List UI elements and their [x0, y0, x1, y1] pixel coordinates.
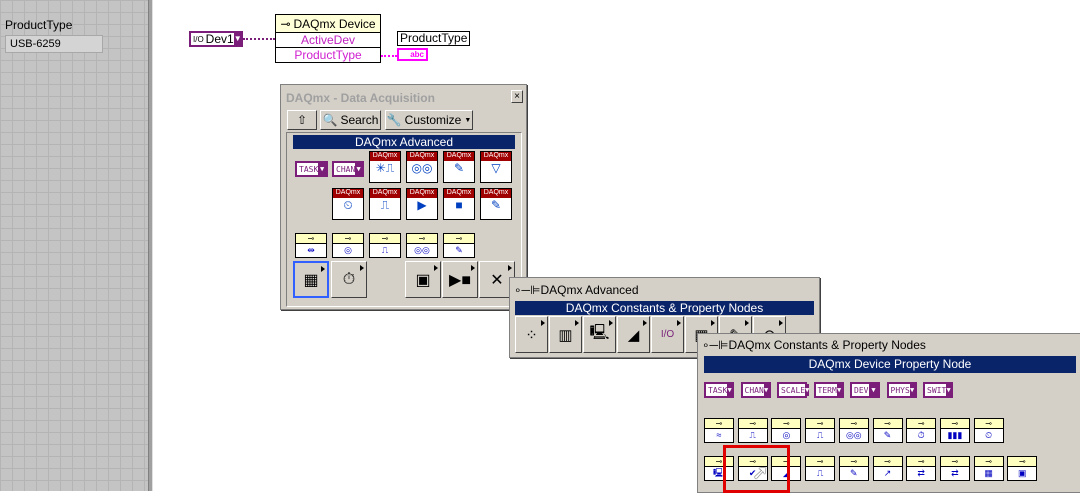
subpalette-button[interactable]: ⏱ [331, 261, 367, 298]
mouse-cursor-icon: ➚ [752, 462, 769, 484]
subpalette-button[interactable]: 🖳 [583, 316, 616, 353]
device-property-icon[interactable]: ⊸ ◎◎ [838, 418, 869, 443]
wire [243, 38, 275, 40]
palette-title: ∘─⊫DAQmx Constants & Property Nodes [702, 338, 926, 352]
daqmx-palette: DAQmx - Data Acquisition × ⇧ 🔍 Search 🔧 Cu… [280, 84, 527, 310]
output-label: ProductType [397, 31, 471, 46]
property-node-icon: ⊸ [280, 16, 291, 31]
palette-banner: DAQmx Constants & Property Nodes [515, 301, 814, 315]
task-constant[interactable]: TASK ▼ [295, 161, 328, 177]
property-row-producttype[interactable]: ProductType [276, 48, 380, 63]
device-property-icon[interactable]: ⊸ ⏲ [973, 418, 1004, 443]
device-property-icon[interactable]: ⊸ ⇄ [939, 456, 970, 481]
dropdown-icon[interactable]: ▼ [233, 33, 242, 45]
device-property-icon[interactable]: ⊸ ↗ [872, 456, 903, 481]
front-panel [0, 0, 148, 491]
device-property-icon[interactable]: ⊸ ⎍ [737, 418, 768, 443]
property-node-icon[interactable]: ⊸ ⎍ [369, 233, 401, 258]
device-property-icon[interactable]: ⊸ ✎ [838, 456, 869, 481]
device-property-icon[interactable]: ⊸ ≈ [704, 418, 734, 443]
daqmx-trigger-icon[interactable]: DAQmx ▽ [480, 151, 512, 183]
device-property-icon[interactable]: ⊸ ▮▮▮ [939, 418, 970, 443]
search-icon: 🔍 [322, 113, 338, 127]
subpalette-button[interactable]: ▶■ [442, 261, 478, 298]
channel-constant[interactable]: CHAN ▼ [332, 161, 364, 177]
property-node[interactable]: ⊸ DAQmx Device ActiveDev ProductType [275, 14, 381, 63]
device-constant[interactable]: I/O Dev1 ▼ [189, 31, 243, 47]
task-constant[interactable]: TASK ▼ [704, 382, 734, 398]
search-label: Search [340, 113, 379, 127]
device-property-icon[interactable]: ⊸ ⎍ [805, 456, 836, 481]
subpalette-button[interactable]: ▥ [549, 316, 582, 353]
scale-constant[interactable]: SCALE ▼ [777, 382, 810, 398]
palette-title: DAQmx - Data Acquisition [286, 91, 435, 105]
daqmx-stop-icon[interactable]: DAQmx ▶ [406, 188, 438, 220]
swit-constant[interactable]: SWIT ▼ [923, 382, 953, 398]
device-property-icon[interactable]: ⊸ ⏱ [906, 418, 937, 443]
device-property-icon[interactable]: ⊸ ⎍ [805, 418, 836, 443]
string-wire [381, 55, 397, 57]
property-node-icon[interactable]: ⊸ ✎ [443, 233, 475, 258]
indicator-label: ProductType [5, 18, 73, 32]
dropdown-icon: ▼ [464, 116, 472, 124]
property-row-activedev[interactable]: ActiveDev [276, 33, 380, 48]
subpalette-button[interactable]: ◢ [617, 316, 650, 353]
pin-icon: ∘─⊫ [514, 283, 541, 297]
daqmx-timing-icon[interactable]: DAQmx ⏲ [332, 188, 364, 220]
palette-title: ∘─⊫DAQmx Advanced [514, 283, 639, 297]
split-bar[interactable] [148, 0, 153, 491]
palette-banner: DAQmx Advanced [293, 135, 515, 149]
daqmx-start-icon[interactable]: DAQmx ⎍ [369, 188, 401, 220]
device-property-icon[interactable]: ⊸ ▣ [1007, 456, 1038, 481]
product-type-indicator[interactable]: USB-6259 [5, 35, 103, 53]
property-node-icon[interactable]: ⊸ ◎ [332, 233, 364, 258]
daqmx-write-property-icon[interactable]: DAQmx ✎ [480, 188, 512, 220]
chan-constant[interactable]: CHAN ▼ [740, 382, 771, 398]
close-button[interactable]: × [511, 90, 523, 103]
subpalette-button[interactable]: ⁘ [515, 316, 548, 353]
subpalette-button[interactable]: I/O [651, 316, 684, 353]
customize-button[interactable]: 🔧 Customize ▼ [385, 110, 473, 130]
subpalette-selected[interactable]: ▦ [293, 261, 329, 298]
daqmx-create-virtual-channel-icon[interactable]: DAQmx ✳⎍ [369, 151, 401, 183]
device-property-icon[interactable]: ⊸ ⇄ [906, 456, 937, 481]
property-node-title: DAQmx Device [293, 16, 376, 31]
device-property-icon[interactable]: ⊸ ✎ [872, 418, 903, 443]
wrench-icon: 🔧 [386, 113, 402, 127]
device-property-icon[interactable]: ⊸ ▦ [973, 456, 1004, 481]
device-constant-value: Dev1 [205, 32, 234, 46]
daqmx-clear-icon[interactable]: DAQmx ■ [443, 188, 475, 220]
daqmx-write-icon[interactable]: DAQmx ✎ [443, 151, 475, 183]
subpalette-button[interactable]: ▣ [405, 261, 441, 298]
search-button[interactable]: 🔍 Search [320, 110, 381, 130]
up-button[interactable]: ⇧ [287, 110, 317, 130]
property-node-icon[interactable]: ⊸ ◎◎ [406, 233, 438, 258]
customize-label: Customize [404, 113, 462, 127]
palette-banner: DAQmx Device Property Node [704, 356, 1076, 373]
phys-constant[interactable]: PHYS ▼ [886, 382, 917, 398]
property-node-icon[interactable]: ⊸ ⇹ [295, 233, 327, 258]
daqmx-read-icon[interactable]: DAQmx ◎◎ [406, 151, 438, 183]
io-icon: I/O [193, 34, 204, 44]
dev-constant[interactable]: DEV ▼ [850, 382, 880, 398]
string-indicator-terminal[interactable]: abc [397, 48, 428, 61]
pin-icon: ∘─⊫ [702, 338, 729, 352]
term-constant[interactable]: TERM ▼ [813, 382, 844, 398]
device-property-icon[interactable]: ⊸ ◎ [771, 418, 802, 443]
